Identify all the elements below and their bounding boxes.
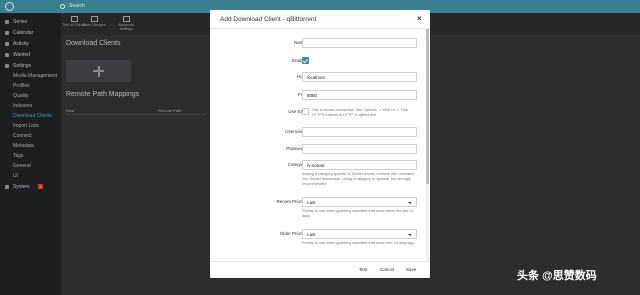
chevron-down-icon	[408, 233, 412, 236]
use-ssl-help: Use a secure connection. See Options -> …	[312, 108, 409, 118]
divider	[66, 114, 206, 115]
sidebar-sub-indexers[interactable]: Indexers	[0, 101, 61, 111]
laptop-icon	[5, 184, 9, 189]
sidebar-sub-ui[interactable]: UI	[0, 171, 61, 181]
sidebar-sub-import-lists[interactable]: Import Lists	[0, 121, 61, 131]
clock-icon	[5, 41, 9, 46]
modal-header: Add Download Client - qBittorrent ×	[210, 10, 430, 29]
advanced-settings-button[interactable]: Advanced Settings	[113, 16, 139, 31]
save-icon	[90, 16, 98, 22]
search-icon	[60, 3, 65, 9]
column-header-host: Host	[66, 108, 75, 113]
test-button[interactable]: Test	[359, 267, 367, 272]
sidebar-item-settings[interactable]: Settings	[0, 60, 61, 71]
tv-icon	[5, 19, 9, 24]
sidebar: Series Calendar Activity Wanted Settings…	[0, 13, 61, 295]
download-clients-title: Download Clients	[66, 40, 121, 47]
add-download-client-button[interactable]	[66, 60, 131, 82]
sidebar-sub-connect[interactable]: Connect	[0, 131, 61, 141]
host-input[interactable]: localhost	[302, 72, 417, 82]
gear-icon	[122, 16, 130, 22]
column-header-remote-path: Remote Path	[158, 108, 182, 113]
sidebar-sub-download-clients[interactable]: Download Clients	[0, 111, 61, 121]
sidebar-item-activity[interactable]: Activity	[0, 38, 61, 49]
calendar-icon	[5, 30, 9, 35]
cancel-button[interactable]: Cancel	[380, 267, 394, 272]
watermark: 头条 @思赞数码	[517, 270, 597, 282]
save-changes-button[interactable]: Save Changes	[81, 16, 107, 27]
older-priority-help: Priority to use when grabbing episodes t…	[302, 241, 415, 245]
recent-priority-help: Priority to use when grabbing episodes t…	[302, 209, 414, 219]
sidebar-sub-quality[interactable]: Quality	[0, 91, 61, 101]
use-ssl-checkbox[interactable]	[302, 108, 309, 115]
status-badge: !	[37, 184, 43, 189]
modal-footer: Test Cancel Save	[210, 261, 430, 278]
search-input[interactable]: Search	[69, 3, 85, 9]
modal-scrollbar-thumb[interactable]	[426, 29, 429, 184]
add-download-client-modal: Add Download Client - qBittorrent × Name…	[210, 10, 430, 278]
sidebar-item-calendar[interactable]: Calendar	[0, 27, 61, 38]
app-logo-icon[interactable]	[5, 2, 14, 11]
search-box[interactable]: Search	[60, 3, 85, 9]
sidebar-item-series[interactable]: Series	[0, 16, 61, 27]
sidebar-item-system[interactable]: System!	[0, 181, 61, 192]
password-input[interactable]	[302, 144, 417, 154]
sidebar-sub-metadata[interactable]: Metadata	[0, 141, 61, 151]
port-input[interactable]: 8080	[302, 90, 417, 100]
category-input[interactable]: tv-sonarr	[302, 160, 417, 170]
older-priority-select[interactable]: Last	[302, 229, 417, 239]
close-icon[interactable]: ×	[417, 15, 422, 23]
sidebar-sub-tags[interactable]: Tags	[0, 151, 61, 161]
sidebar-sub-profiles[interactable]: Profiles	[0, 81, 61, 91]
save-button[interactable]: Save	[406, 267, 416, 272]
recent-priority-select[interactable]: Last	[302, 197, 417, 207]
gear-icon	[5, 63, 9, 68]
sidebar-item-wanted[interactable]: Wanted	[0, 49, 61, 60]
modal-title: Add Download Client - qBittorrent	[220, 16, 317, 23]
sidebar-sub-media-management[interactable]: Media Management	[0, 71, 61, 81]
sidebar-sub-general[interactable]: General	[0, 161, 61, 171]
category-help: Adding a category specific to Sonarr avo…	[302, 172, 415, 187]
name-input[interactable]	[302, 38, 417, 48]
chevron-down-icon	[408, 201, 412, 204]
username-input[interactable]	[302, 127, 417, 137]
warning-icon	[5, 52, 9, 57]
test-icon	[70, 16, 78, 22]
enable-checkbox[interactable]	[302, 57, 309, 64]
remote-path-mappings-title: Remote Path Mappings	[66, 91, 140, 98]
